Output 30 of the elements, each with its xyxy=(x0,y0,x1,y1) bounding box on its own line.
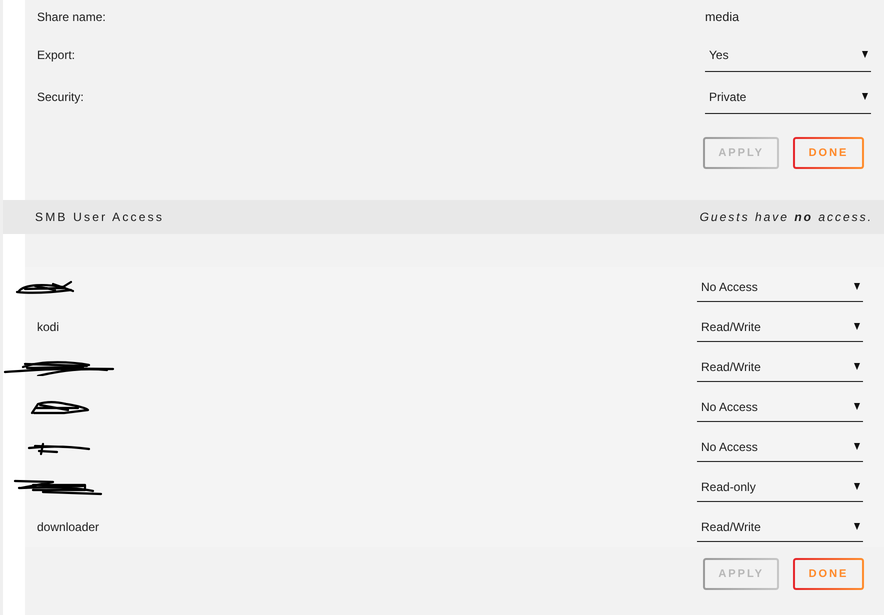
caret-icon xyxy=(854,283,860,290)
select-dropdown[interactable]: Yes xyxy=(705,38,871,72)
field-label: Share name: xyxy=(37,9,106,26)
caret-icon xyxy=(862,51,868,58)
caret-icon xyxy=(854,523,860,530)
user-name: kodi xyxy=(37,319,60,336)
caret-icon xyxy=(854,363,860,370)
select-dropdown[interactable]: Private xyxy=(705,80,871,114)
caret-icon xyxy=(854,323,860,330)
select-dropdown[interactable]: Read/Write xyxy=(697,512,863,542)
field-label: Security: xyxy=(37,89,84,106)
field-label: Export: xyxy=(37,47,76,64)
guest-access-note: Guests have no access. xyxy=(700,209,873,226)
section-title: SMB User Access xyxy=(35,209,164,226)
select-dropdown[interactable]: No Access xyxy=(697,392,863,422)
select-dropdown[interactable]: Read-only xyxy=(697,472,863,502)
user-name: downloader xyxy=(37,519,100,536)
select-dropdown[interactable]: Read/Write xyxy=(697,352,863,382)
caret-icon xyxy=(854,403,860,410)
select-dropdown[interactable]: No Access xyxy=(697,272,863,302)
select-dropdown[interactable]: No Access xyxy=(697,432,863,462)
scribble-icon xyxy=(15,278,75,296)
select-dropdown[interactable]: Read/Write xyxy=(697,312,863,342)
scribble-icon xyxy=(28,398,90,416)
caret-icon xyxy=(854,443,860,450)
scribble-icon xyxy=(13,478,103,496)
share-name-value: media xyxy=(705,8,740,26)
caret-icon xyxy=(862,93,868,100)
scribble-icon xyxy=(3,358,115,376)
caret-icon xyxy=(854,483,860,490)
